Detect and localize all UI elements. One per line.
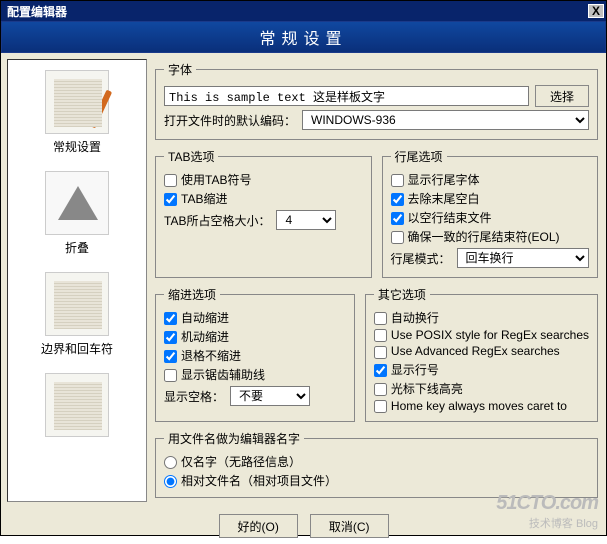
tab-legend: TAB选项 (164, 148, 218, 165)
footer: 好的(O) 取消(C) (1, 508, 606, 544)
sidebar[interactable]: 常规设置 折叠 边界和回车符 (7, 59, 147, 502)
show-space-label: 显示空格： (164, 388, 224, 405)
show-eol-font-checkbox[interactable]: 显示行尾字体 (391, 171, 590, 188)
encoding-select[interactable]: WINDOWS-936 (302, 110, 589, 130)
sidebar-item-fold[interactable]: 折叠 (10, 165, 144, 266)
strip-trailing-checkbox[interactable]: 去除末尾空白 (391, 190, 590, 207)
tab-size-label: TAB所占空格大小： (164, 212, 270, 229)
font-sample-input[interactable] (164, 86, 529, 106)
show-space-select[interactable]: 不要 (230, 386, 310, 406)
page-icon (45, 373, 109, 437)
filename-legend: 用文件名做为编辑器名字 (164, 430, 304, 447)
posix-regex-checkbox[interactable]: Use POSIX style for RegEx searches (374, 328, 589, 342)
tab-size-select[interactable]: 4 (276, 210, 336, 230)
window-title: 配置编辑器 (7, 3, 588, 20)
main-panel: 字体 选择 打开文件时的默认编码： WINDOWS-936 TAB选项 使用TA… (153, 59, 600, 502)
other-group: 其它选项 自动换行 Use POSIX style for RegEx sear… (365, 286, 598, 422)
show-lineno-checkbox[interactable]: 显示行号 (374, 361, 589, 378)
auto-indent-checkbox[interactable]: 自动缩进 (164, 309, 346, 326)
choose-font-button[interactable]: 选择 (535, 85, 589, 107)
name-only-radio[interactable]: 仅名字（无路径信息） (164, 453, 589, 470)
indent-legend: 缩进选项 (164, 286, 220, 303)
sidebar-item-more[interactable] (10, 367, 144, 451)
ok-button[interactable]: 好的(O) (219, 514, 298, 538)
page-title: 常规设置 (1, 21, 606, 53)
tab-group: TAB选项 使用TAB符号 TAB缩进 TAB所占空格大小： 4 (155, 148, 372, 278)
sidebar-item-margins[interactable]: 边界和回车符 (10, 266, 144, 367)
pages-icon (45, 272, 109, 336)
show-guides-checkbox[interactable]: 显示锯齿辅助线 (164, 366, 346, 383)
relative-name-radio[interactable]: 相对文件名（相对项目文件） (164, 472, 589, 489)
tab-indent-checkbox[interactable]: TAB缩进 (164, 190, 363, 207)
cursor-highlight-checkbox[interactable]: 光标下线高亮 (374, 380, 589, 397)
smart-indent-checkbox[interactable]: 机动缩进 (164, 328, 346, 345)
use-tab-checkbox[interactable]: 使用TAB符号 (164, 171, 363, 188)
auto-wrap-checkbox[interactable]: 自动换行 (374, 309, 589, 326)
eol-mode-label: 行尾模式： (391, 250, 451, 267)
home-key-checkbox[interactable]: Home key always moves caret to (374, 399, 589, 413)
backspace-unindent-checkbox[interactable]: 退格不缩进 (164, 347, 346, 364)
sidebar-item-label: 折叠 (12, 239, 142, 256)
advanced-regex-checkbox[interactable]: Use Advanced RegEx searches (374, 344, 589, 358)
font-group: 字体 选择 打开文件时的默认编码： WINDOWS-936 (155, 61, 598, 140)
end-blank-line-checkbox[interactable]: 以空行结束文件 (391, 209, 590, 226)
close-icon[interactable]: X (588, 4, 604, 18)
font-legend: 字体 (164, 61, 196, 78)
sidebar-item-label: 边界和回车符 (12, 340, 142, 357)
document-pen-icon (45, 70, 109, 134)
cancel-button[interactable]: 取消(C) (310, 514, 389, 538)
encoding-label: 打开文件时的默认编码： (164, 112, 296, 129)
sidebar-item-general[interactable]: 常规设置 (10, 64, 144, 165)
filename-group: 用文件名做为编辑器名字 仅名字（无路径信息） 相对文件名（相对项目文件） (155, 430, 598, 498)
sidebar-item-label: 常规设置 (12, 138, 142, 155)
indent-group: 缩进选项 自动缩进 机动缩进 退格不缩进 显示锯齿辅助线 显示空格： 不要 (155, 286, 355, 422)
origami-icon (45, 171, 109, 235)
titlebar: 配置编辑器 X (1, 1, 606, 21)
other-legend: 其它选项 (374, 286, 430, 303)
ensure-consistent-checkbox[interactable]: 确保一致的行尾结束符(EOL) (391, 228, 590, 245)
eol-legend: 行尾选项 (391, 148, 447, 165)
eol-group: 行尾选项 显示行尾字体 去除末尾空白 以空行结束文件 确保一致的行尾结束符(EO… (382, 148, 599, 278)
eol-mode-select[interactable]: 回车换行 (457, 248, 589, 268)
